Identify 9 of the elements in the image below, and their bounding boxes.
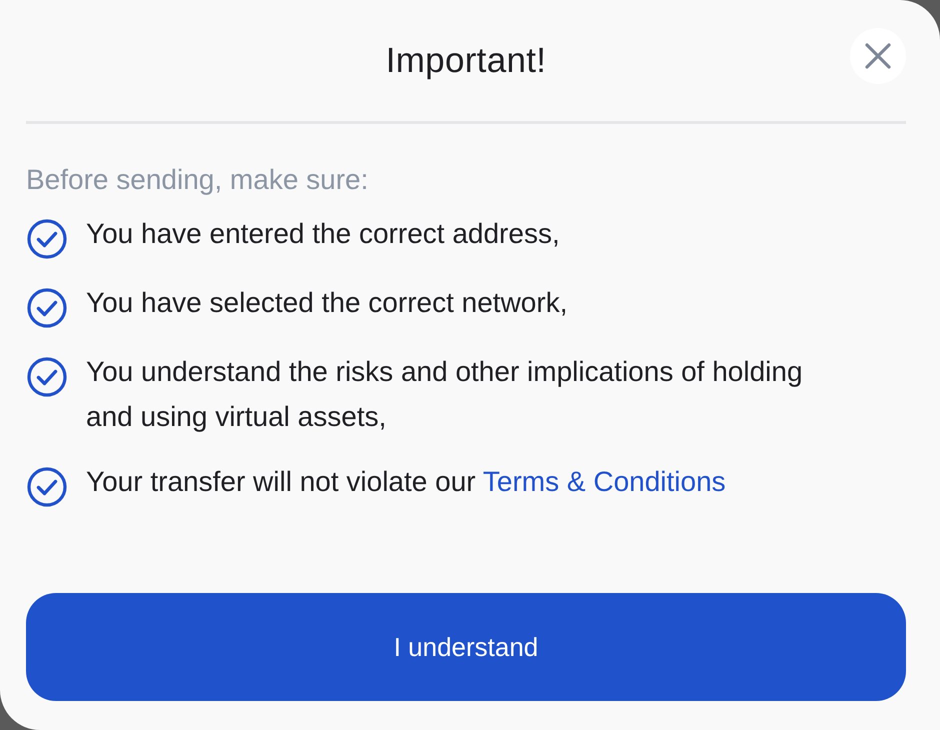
close-icon xyxy=(864,42,892,70)
confirm-button[interactable]: I understand xyxy=(26,593,906,701)
checklist-text: Your transfer will not violate our Terms & Conditions xyxy=(86,465,726,499)
checklist-text: You have entered the correct address, xyxy=(86,217,560,251)
instruction-text: Before sending, make sure: xyxy=(26,163,370,197)
terms-link[interactable]: Terms & Conditions xyxy=(482,466,726,497)
dialog-title: Important! xyxy=(386,40,546,80)
checklist-text: You understand the risks and other implications of holding and using virtual assets, xyxy=(86,355,804,434)
checklist-text: You have selected the correct network, xyxy=(86,286,568,320)
